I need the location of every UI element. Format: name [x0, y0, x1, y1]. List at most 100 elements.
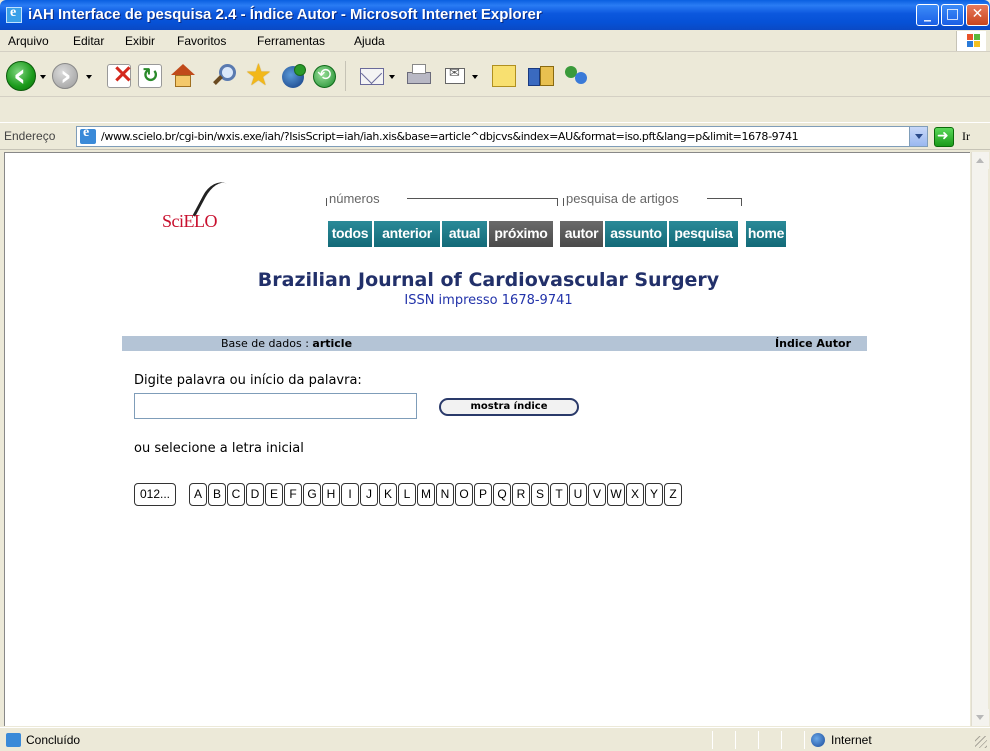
- letter-button-o[interactable]: O: [455, 483, 473, 506]
- research-icon[interactable]: [528, 64, 554, 88]
- letter-button-s[interactable]: S: [531, 483, 549, 506]
- menu-bar: Arquivo Editar Exibir Favoritos Ferramen…: [0, 30, 990, 52]
- vertical-scrollbar[interactable]: [971, 152, 989, 726]
- group-label-pesquisa: pesquisa de artigos: [566, 191, 679, 206]
- resize-grip[interactable]: [975, 736, 987, 748]
- status-bar: Concluído Internet: [0, 727, 990, 751]
- minimize-button[interactable]: _: [916, 4, 939, 26]
- word-prompt: Digite palavra ou início da palavra:: [134, 373, 362, 388]
- messenger-icon[interactable]: [563, 64, 587, 88]
- address-input[interactable]: /www.scielo.br/cgi-bin/wxis.exe/iah/?Isi…: [76, 125, 928, 147]
- toolbar: ★: [0, 53, 990, 97]
- letter-button-q[interactable]: Q: [493, 483, 511, 506]
- go-arrow-icon[interactable]: [934, 127, 954, 147]
- scielo-logo[interactable]: SciELO: [157, 176, 277, 236]
- letter-button-k[interactable]: K: [379, 483, 397, 506]
- menu-editar[interactable]: Editar: [73, 34, 104, 48]
- letter-button-g[interactable]: G: [303, 483, 321, 506]
- go-button[interactable]: Ir: [962, 129, 970, 144]
- home-icon[interactable]: [170, 64, 195, 88]
- logo-text: SciELO: [162, 211, 218, 231]
- toolbar-separator: [345, 61, 346, 91]
- menu-arquivo[interactable]: Arquivo: [8, 34, 49, 48]
- database-bar: Base de dados : article Índice Autor: [122, 336, 867, 351]
- nav-autor-button[interactable]: autor: [560, 221, 605, 247]
- menu-ajuda[interactable]: Ajuda: [354, 34, 385, 48]
- nav-home-button[interactable]: home: [746, 221, 788, 247]
- menu-favoritos[interactable]: Favoritos: [177, 34, 226, 48]
- address-label: Endereço: [4, 129, 56, 143]
- letter-button-e[interactable]: E: [265, 483, 283, 506]
- letter-button-x[interactable]: X: [626, 483, 644, 506]
- scroll-up-icon[interactable]: [972, 152, 989, 169]
- back-icon[interactable]: [6, 56, 36, 94]
- mail-dropdown-icon[interactable]: [389, 75, 395, 79]
- issn: ISSN impresso 1678-9741: [404, 293, 573, 308]
- nav-assunto-button[interactable]: assunto: [605, 221, 669, 247]
- menu-ferramentas[interactable]: Ferramentas: [257, 34, 325, 48]
- mail-icon[interactable]: [360, 64, 384, 88]
- letter-button-t[interactable]: T: [550, 483, 568, 506]
- letter-button-m[interactable]: M: [417, 483, 435, 506]
- ie-icon: [6, 5, 22, 23]
- security-zone: Internet: [831, 733, 872, 747]
- history-icon[interactable]: [312, 64, 336, 88]
- favorites-icon[interactable]: ★: [245, 61, 272, 91]
- word-input[interactable]: [134, 393, 417, 419]
- media-icon[interactable]: [280, 64, 306, 88]
- letter-button-f[interactable]: F: [284, 483, 302, 506]
- letter-button-n[interactable]: N: [436, 483, 454, 506]
- maximize-button[interactable]: □: [941, 4, 964, 26]
- letter-button-w[interactable]: W: [607, 483, 625, 506]
- close-button[interactable]: ✕: [966, 4, 989, 26]
- windows-logo-icon: [956, 31, 986, 51]
- nav-anterior-button[interactable]: anterior: [374, 221, 442, 247]
- forward-icon[interactable]: [52, 59, 78, 92]
- letter-button-h[interactable]: H: [322, 483, 340, 506]
- nav-proximo-button[interactable]: próximo: [489, 221, 555, 247]
- letter-button-v[interactable]: V: [588, 483, 606, 506]
- address-dropdown-icon[interactable]: [909, 127, 927, 146]
- edit-icon[interactable]: [443, 64, 467, 88]
- letter-button-u[interactable]: U: [569, 483, 587, 506]
- address-bar: Endereço /www.scielo.br/cgi-bin/wxis.exe…: [0, 122, 990, 150]
- stop-icon[interactable]: [107, 59, 134, 89]
- window-title: iAH Interface de pesquisa 2.4 - Índice A…: [28, 6, 542, 23]
- letter-button-p[interactable]: P: [474, 483, 492, 506]
- letter-button-y[interactable]: Y: [645, 483, 663, 506]
- letter-prompt: ou selecione a letra inicial: [134, 441, 304, 456]
- forward-dropdown-icon[interactable]: [86, 75, 92, 79]
- edit-dropdown-icon[interactable]: [472, 75, 478, 79]
- refresh-icon[interactable]: [138, 63, 162, 88]
- database-name: article: [312, 337, 353, 350]
- letter-button-d[interactable]: D: [246, 483, 264, 506]
- menu-exibir[interactable]: Exibir: [125, 34, 155, 48]
- nav-atual-button[interactable]: atual: [442, 221, 489, 247]
- nav-todos-button[interactable]: todos: [328, 221, 374, 247]
- journal-title: Brazilian Journal of Cardiovascular Surg…: [257, 269, 720, 291]
- scroll-down-icon[interactable]: [972, 709, 989, 726]
- letter-button-c[interactable]: C: [227, 483, 245, 506]
- print-icon[interactable]: [405, 64, 431, 88]
- globe-icon: [811, 733, 825, 747]
- letter-button-a[interactable]: A: [189, 483, 207, 506]
- search-icon[interactable]: [213, 64, 237, 88]
- nav-pesquisa-button[interactable]: pesquisa: [669, 221, 740, 247]
- letter-button-r[interactable]: R: [512, 483, 530, 506]
- back-dropdown-icon[interactable]: [40, 75, 46, 79]
- letter-button-l[interactable]: L: [398, 483, 416, 506]
- letter-selector: 012... A B C D E F G H I J K L M N O P Q…: [134, 483, 683, 506]
- title-bar: iAH Interface de pesquisa 2.4 - Índice A…: [0, 0, 990, 30]
- browser-window: iAH Interface de pesquisa 2.4 - Índice A…: [0, 0, 990, 751]
- group-label-numeros: números: [329, 191, 380, 206]
- index-name: Índice Autor: [775, 337, 851, 350]
- letter-button-i[interactable]: I: [341, 483, 359, 506]
- status-text: Concluído: [26, 733, 81, 747]
- address-url[interactable]: /www.scielo.br/cgi-bin/wxis.exe/iah/?Isi…: [101, 130, 889, 143]
- show-index-button[interactable]: mostra índice: [439, 398, 579, 416]
- letter-button-digits[interactable]: 012...: [134, 483, 176, 506]
- letter-button-b[interactable]: B: [208, 483, 226, 506]
- letter-button-j[interactable]: J: [360, 483, 378, 506]
- letter-button-z[interactable]: Z: [664, 483, 682, 506]
- notes-icon[interactable]: [490, 64, 516, 88]
